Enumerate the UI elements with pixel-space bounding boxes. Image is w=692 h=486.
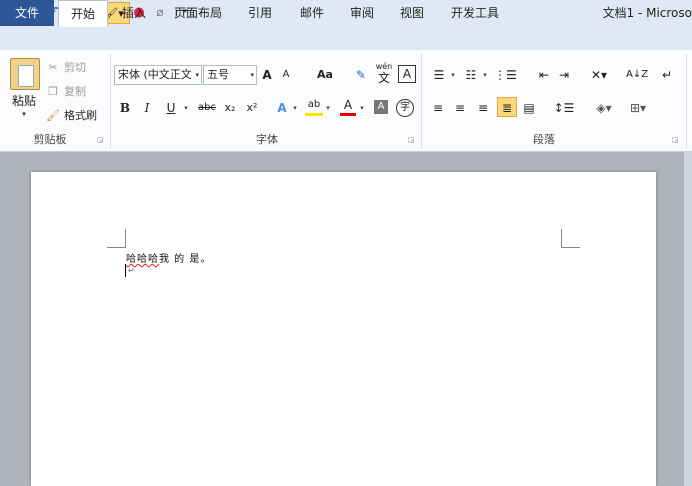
brush-icon: 🖌 (46, 108, 60, 122)
shrink-font-button[interactable]: A (279, 65, 293, 85)
watermark-icon: S (512, 398, 546, 433)
paragraph-launcher-icon[interactable]: ◲ (672, 136, 680, 144)
watermark-logo: S 搜狗指南 (512, 398, 654, 433)
underline-button[interactable]: U (164, 98, 178, 118)
chinese-layout-icon[interactable]: ✕▾ (588, 65, 610, 85)
tab-file[interactable]: 文件 (0, 0, 54, 26)
phonetic-guide-button[interactable]: wén 文 (374, 62, 394, 86)
document-text-spellcheck: 哈哈哈 (126, 254, 159, 265)
decrease-indent-icon[interactable]: ⇤ (536, 65, 552, 85)
eraser-icon[interactable]: ⌀ (152, 3, 168, 21)
document-text-rest: 我 的 是 (159, 254, 201, 265)
multilevel-list-icon[interactable]: ⋮☰ (494, 65, 517, 85)
tab-developer[interactable]: 开发工具 (444, 0, 506, 26)
phonetic-char: 文 (377, 71, 390, 85)
paste-button[interactable]: 粘贴 (10, 92, 38, 109)
copy-icon: ❐ (48, 84, 58, 98)
paste-icon[interactable] (10, 58, 40, 90)
font-name-value: 宋体 (中文正文 (118, 68, 192, 81)
show-marks-icon[interactable]: ↵ (660, 65, 674, 85)
font-color-button[interactable]: A (340, 98, 356, 116)
text-effects-dropdown-icon[interactable]: ▾ (291, 98, 299, 118)
format-painter-button[interactable]: 🖌 格式刷 (46, 106, 97, 124)
sort-icon[interactable]: A↓Z (626, 65, 648, 85)
justify-icon[interactable]: ≣ (497, 97, 517, 117)
font-size-combo[interactable]: 五号 ▾ (203, 65, 257, 85)
clipboard-launcher-icon[interactable]: ◲ (97, 136, 105, 144)
vertical-scrollbar[interactable] (684, 152, 692, 486)
cut-label: 剪切 (64, 61, 86, 74)
group-divider (686, 54, 687, 148)
font-size-dropdown-icon: ▾ (250, 71, 254, 79)
line-spacing-icon[interactable]: ↕☰ (553, 98, 575, 118)
scissors-icon: ✂ (48, 60, 58, 74)
ribbon-home: 粘贴 ▾ ✂ 剪切 ❐ 复制 🖌 格式刷 剪贴板 ◲ 宋体 (中文正文 ▾ 五号… (0, 50, 692, 152)
tab-page-layout[interactable]: 页面布局 (168, 0, 228, 26)
tab-insert[interactable]: 插入 (114, 0, 154, 26)
tab-mailings[interactable]: 邮件 (292, 0, 332, 26)
align-left-icon[interactable]: ≡ (430, 98, 446, 118)
watermark-url: zhinan.sogou.com (516, 444, 642, 458)
paste-dropdown-icon[interactable]: ▾ (18, 110, 30, 118)
window-title: 文档1 - Microso (602, 6, 692, 20)
font-size-value: 五号 (207, 68, 229, 81)
ribbon-tab-bar (0, 24, 692, 50)
increase-indent-icon[interactable]: ⇥ (556, 65, 572, 85)
subscript-button[interactable]: x₂ (222, 98, 238, 118)
italic-button[interactable]: I (140, 98, 154, 118)
text-cursor (125, 264, 126, 277)
tab-references[interactable]: 引用 (240, 0, 280, 26)
crop-mark-left (107, 229, 126, 248)
tab-home[interactable]: 开始 (58, 0, 108, 27)
change-case-button[interactable]: Aa (313, 65, 337, 85)
distributed-icon[interactable]: ▤ (521, 98, 537, 118)
bullets-icon[interactable]: ☰ (430, 65, 448, 85)
font-launcher-icon[interactable]: ◲ (408, 136, 416, 144)
highlight-dropdown-icon[interactable]: ▾ (324, 98, 332, 118)
tab-review[interactable]: 审阅 (342, 0, 382, 26)
watermark-name: 搜狗指南 (550, 404, 654, 432)
strikethrough-button[interactable]: abc (196, 98, 218, 118)
copy-label: 复制 (64, 85, 86, 98)
borders-icon[interactable]: ⊞▾ (626, 98, 650, 118)
text-effects-button[interactable]: A (274, 98, 290, 118)
crop-mark-right (561, 229, 580, 248)
numbering-dropdown-icon[interactable]: ▾ (481, 65, 489, 85)
superscript-button[interactable]: x² (244, 98, 260, 118)
font-name-dropdown-icon: ▾ (195, 71, 199, 79)
clear-format-icon[interactable]: ✎ (353, 65, 369, 85)
char-border-button[interactable]: A (398, 65, 416, 83)
document-text-line[interactable]: 哈哈哈我 的 是。 (126, 250, 211, 265)
highlight-button[interactable]: ab (305, 98, 323, 116)
document-text-punct: 。 (200, 254, 212, 265)
tab-view[interactable]: 视图 (392, 0, 432, 26)
clipboard-group-label: 剪贴板 (33, 133, 67, 146)
document-page[interactable] (31, 172, 656, 486)
char-shading-button[interactable]: A (374, 100, 388, 114)
paragraph-mark: ↵ (128, 266, 135, 275)
font-name-combo[interactable]: 宋体 (中文正文 ▾ (114, 65, 202, 85)
group-divider (110, 54, 111, 148)
paragraph-group-label: 段落 (533, 133, 555, 146)
phonetic-pinyin: wén (375, 62, 393, 71)
numbering-icon[interactable]: ☷ (462, 65, 480, 85)
bullets-dropdown-icon[interactable]: ▾ (449, 65, 457, 85)
format-painter-label: 格式刷 (64, 109, 97, 122)
font-group-label: 字体 (256, 133, 278, 146)
copy-button[interactable]: ❐ 复制 (46, 82, 86, 100)
underline-dropdown-icon[interactable]: ▾ (182, 98, 190, 118)
enclose-char-button[interactable]: 字 (396, 99, 414, 117)
cut-button[interactable]: ✂ 剪切 (46, 58, 86, 76)
bold-button[interactable]: B (118, 98, 132, 118)
align-center-icon[interactable]: ≡ (452, 98, 468, 118)
align-right-icon[interactable]: ≡ (475, 98, 491, 118)
grow-font-button[interactable]: A (259, 65, 275, 85)
shading-icon[interactable]: ◈▾ (593, 98, 615, 118)
font-color-dropdown-icon[interactable]: ▾ (358, 98, 366, 118)
